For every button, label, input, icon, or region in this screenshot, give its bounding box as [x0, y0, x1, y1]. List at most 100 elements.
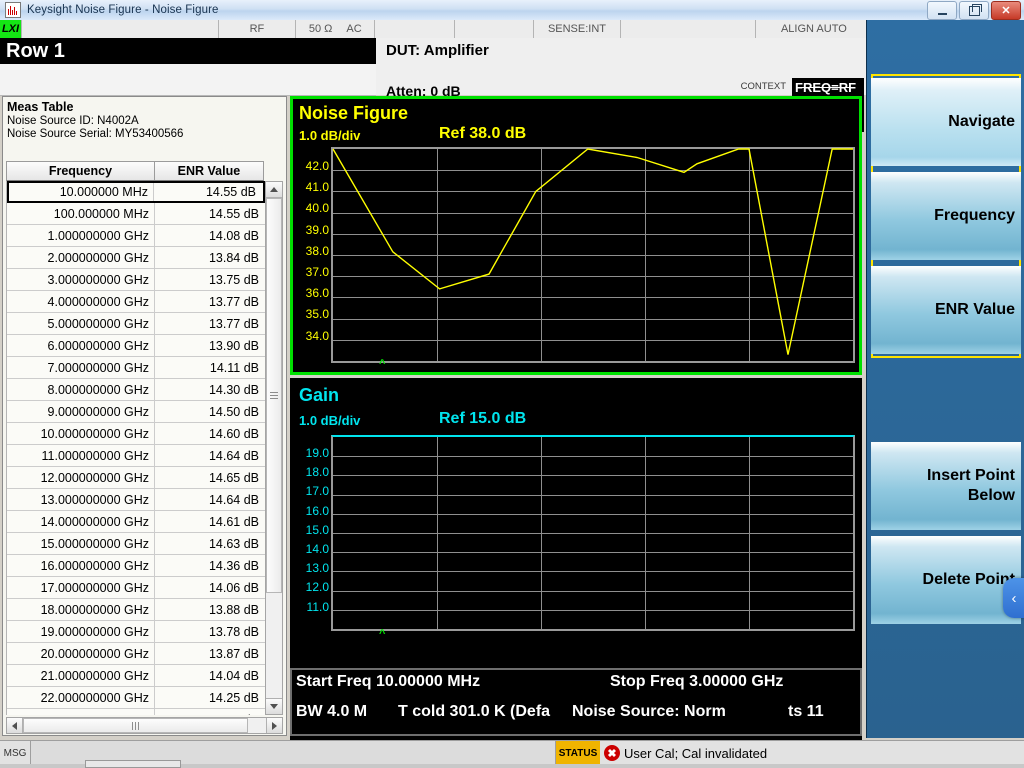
restore-icon [968, 3, 982, 16]
y-axis-tick-label: 14.0 [305, 542, 329, 556]
table-row[interactable]: 12.000000000 GHz 14.65 dB [7, 467, 265, 489]
table-row[interactable]: 15.000000000 GHz 14.63 dB [7, 533, 265, 555]
table-row[interactable]: 11.000000000 GHz 14.64 dB [7, 445, 265, 467]
gain-title: Gain [299, 385, 340, 405]
table-vertical-scrollbar[interactable] [265, 181, 283, 715]
grip-icon [132, 721, 139, 730]
context-label: CONTEXT [740, 81, 786, 92]
y-axis-tick-label: 19.0 [305, 446, 329, 460]
table-row[interactable]: 4.000000000 GHz 13.77 dB [7, 291, 265, 313]
gain-start-marker-icon: ^ [379, 628, 386, 640]
table-row[interactable]: 23.000000000 GHz14.35 dB [7, 709, 265, 715]
table-header-row: Frequency ENR Value [6, 161, 264, 181]
cell-enr: 13.90 dB [208, 338, 259, 353]
coupling-label: AC [346, 23, 362, 35]
preamp-label: PREAMP [90, 45, 146, 60]
table-row[interactable]: 1.000000000 GHz 14.08 dB [7, 225, 265, 247]
gridline-horizontal [333, 456, 853, 457]
table-row[interactable]: 14.000000000 GHz 14.61 dB [7, 511, 265, 533]
menu-collapse-button[interactable]: ‹ [1003, 578, 1024, 618]
cell-frequency: 10.000000000 GHz [7, 423, 155, 444]
noise-figure-graph[interactable]: Noise Figure 1.0 dB/div Ref 38.0 dB 42.0… [290, 96, 862, 375]
scroll-left-button[interactable] [7, 718, 23, 733]
scroll-right-button[interactable] [266, 718, 282, 733]
softkey-menu: Navigate Frequency ENR Value Insert Point Be… [866, 20, 1024, 738]
meas-table-title: Meas Table [7, 100, 74, 114]
table-row[interactable]: 16.000000000 GHz 14.36 dB [7, 555, 265, 577]
minimize-button[interactable] [927, 1, 957, 20]
table-row[interactable]: 10.000000000 GHz 14.60 dB [7, 423, 265, 445]
cell-enr: 14.50 dB [208, 404, 259, 419]
table-row[interactable]: 22.000000000 GHz 14.25 dB [7, 687, 265, 709]
table-row[interactable]: 2.000000000 GHz 13.84 dB [7, 247, 265, 269]
softkey-insert-point-below[interactable]: Insert Point Below [871, 442, 1021, 530]
y-axis-tick-label: 15.0 [305, 522, 329, 537]
noise-source-serial: Noise Source Serial: MY53400566 [7, 128, 184, 140]
table-row[interactable]: 13.000000000 GHz 14.64 dB [7, 489, 265, 511]
cell-frequency: 1.000000000 GHz [7, 225, 155, 246]
status-cell-blank-2 [375, 20, 455, 38]
cell-frequency: 6.000000000 GHz [7, 335, 155, 356]
caret-up-icon [270, 187, 278, 192]
table-row[interactable]: 100.000000 MHz 14.55 dB [7, 203, 265, 225]
table-row[interactable]: 5.000000000 GHz 13.77 dB [7, 313, 265, 335]
status-cell-impedance-coupling: 50 Ω AC [296, 20, 376, 38]
taskbar-stub [85, 760, 181, 768]
context-value: FREQ=RF [795, 79, 857, 95]
caret-right-icon [272, 721, 277, 730]
cell-frequency: 7.000000000 GHz [7, 357, 155, 378]
column-header-frequency: Frequency [7, 162, 155, 180]
table-row[interactable]: 19.000000000 GHz 13.78 dB [7, 621, 265, 643]
cell-frequency: 13.000000000 GHz [7, 489, 155, 510]
table-row[interactable]: 7.000000000 GHz 14.11 dB [7, 357, 265, 379]
softkey-navigate[interactable]: Navigate [871, 78, 1021, 166]
table-row[interactable]: 17.000000000 GHz 14.06 dB [7, 577, 265, 599]
cell-frequency: 21.000000000 GHz [7, 665, 155, 686]
gridline-horizontal [333, 533, 853, 534]
scroll-down-button[interactable] [266, 698, 282, 714]
softkey-enr-value[interactable]: ENR Value [871, 266, 1021, 354]
gain-scale: 1.0 dB/div [299, 413, 361, 428]
cell-frequency: 22.000000000 GHz [7, 687, 155, 708]
table-row[interactable]: 9.000000000 GHz 14.50 dB [7, 401, 265, 423]
y-axis-tick-label: 16.0 [305, 503, 329, 518]
gridline-horizontal [333, 514, 853, 515]
scroll-up-button[interactable] [266, 182, 282, 198]
cell-enr: 13.77 dB [208, 294, 259, 309]
table-row[interactable]: 10.000000 MHz 14.55 dB [7, 181, 265, 203]
msg-label: MSG [0, 741, 31, 765]
restore-button[interactable] [959, 1, 989, 20]
table-row[interactable]: 18.000000000 GHz 13.88 dB [7, 599, 265, 621]
softkey-frequency[interactable]: Frequency [871, 172, 1021, 260]
cell-enr: 13.77 dB [208, 316, 259, 331]
softkey-label: ENR Value [934, 301, 1015, 318]
softkey-delete-point[interactable]: Delete Point [871, 536, 1021, 624]
cell-enr: 14.11 dB [209, 360, 259, 375]
cell-frequency: 100.000000 MHz [7, 203, 155, 224]
lxi-badge: LXI [0, 20, 22, 38]
table-body[interactable]: 10.000000 MHz 14.55 dB 100.000000 MHz 14.55… [6, 181, 266, 715]
grip-icon [270, 392, 278, 399]
annunciator-bar: Start Freq 10.00000 MHz Stop Freq 3.0000… [290, 668, 862, 736]
table-row[interactable]: 3.000000000 GHz 13.75 dB [7, 269, 265, 291]
app-icon [5, 2, 21, 18]
table-row[interactable]: 8.000000000 GHz 14.30 dB [7, 379, 265, 401]
cell-enr: 14.60 dB [208, 426, 259, 441]
minimize-icon [937, 12, 947, 15]
header-secondary-strip [0, 64, 376, 96]
table-row[interactable]: 6.000000000 GHz 13.90 dB [7, 335, 265, 357]
horizontal-scroll-thumb[interactable] [23, 718, 248, 733]
table-horizontal-scrollbar[interactable] [6, 717, 283, 734]
cell-frequency: 16.000000000 GHz [7, 555, 155, 576]
cell-frequency: 2.000000000 GHz [7, 247, 155, 268]
cell-frequency: 10.000000 MHz [9, 183, 154, 201]
table-row[interactable]: 20.000000000 GHz 13.87 dB [7, 643, 265, 665]
status-cell-rf: RF [219, 20, 297, 38]
caret-down-icon [270, 704, 278, 709]
vertical-scroll-thumb[interactable] [266, 198, 282, 593]
cell-frequency: 20.000000000 GHz [7, 643, 155, 664]
close-button[interactable]: ✕ [991, 1, 1021, 20]
error-x-icon: ✖ [604, 745, 620, 761]
status-cell-blank-1 [22, 20, 219, 38]
table-row[interactable]: 21.000000000 GHz 14.04 dB [7, 665, 265, 687]
